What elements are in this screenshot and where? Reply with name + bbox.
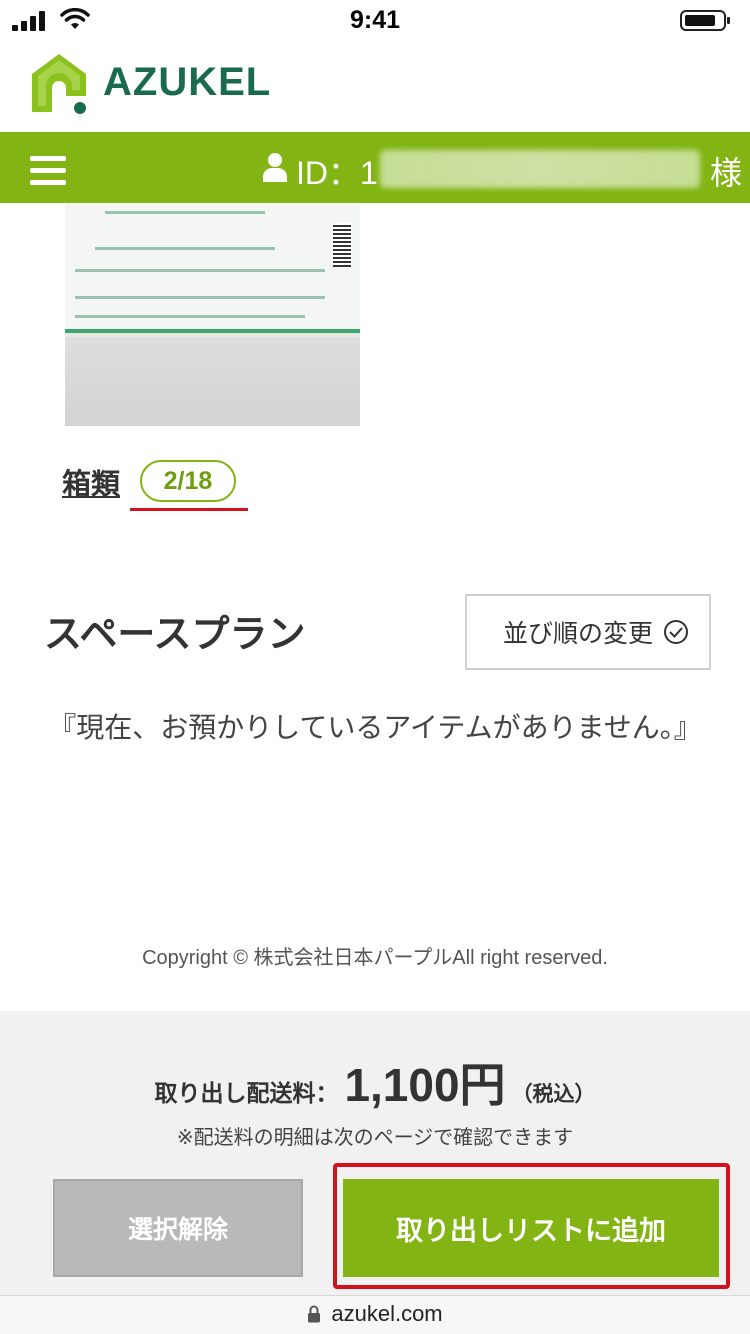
sort-order-button[interactable]: 並び順の変更	[465, 594, 711, 670]
fee-tax-note: （税込）	[511, 1082, 596, 1106]
copyright: Copyright © 株式会社日本パープルAll right reserved…	[142, 947, 608, 969]
user-icon	[263, 153, 287, 182]
user-id-blurred	[380, 150, 700, 188]
box-surface	[65, 337, 360, 426]
sort-order-label: 並び順の変更	[503, 619, 654, 648]
logo-text[interactable]: AZUKEL	[103, 60, 271, 105]
url-domain: azukel.com	[331, 1301, 443, 1326]
fee-label: 取り出し配送料：	[154, 1081, 339, 1107]
plan-title: スペースプラン	[44, 612, 306, 656]
box-label-sheet	[65, 203, 360, 333]
logo-bar: AZUKEL	[0, 40, 750, 132]
box-count-badge: 2/18	[140, 460, 236, 502]
highlight-underline	[130, 508, 248, 511]
empty-message: 『現在、お預かりしているアイテムがありません。』	[48, 711, 702, 744]
url-bar[interactable]: azukel.com	[0, 1295, 750, 1334]
clock-icon	[664, 620, 689, 644]
nav-bar: ID：1 様	[0, 132, 750, 203]
footer-panel: 取り出し配送料： 1,100円 （税込） ※配送料の明細は次のページで確認できます …	[0, 1011, 750, 1295]
deselect-button[interactable]: 選択解除	[53, 1179, 303, 1277]
honorific: 様	[710, 154, 743, 192]
status-time: 9:41	[349, 6, 401, 34]
barcode	[333, 223, 351, 267]
fee-detail-note: ※配送料の明細は次のページで確認できます	[176, 1125, 574, 1149]
menu-icon[interactable]	[30, 156, 66, 186]
box-category-link[interactable]: 箱類	[62, 461, 120, 503]
main-content: 箱類 2/18 スペースプラン 並び順の変更 『現在、お預かりしているアイテムが…	[0, 203, 750, 1011]
lock-icon	[308, 1305, 321, 1323]
battery-icon	[680, 10, 730, 31]
house-logo-icon[interactable]	[30, 52, 88, 114]
fee-row: 取り出し配送料： 1,100円 （税込）	[0, 1049, 750, 1115]
box-photo[interactable]	[65, 203, 360, 426]
add-to-list-button[interactable]: 取り出しリストに追加	[343, 1179, 719, 1277]
status-bar: 9:41	[0, 0, 750, 40]
fee-amount: 1,100円	[344, 1059, 506, 1111]
user-id: ID：1	[296, 155, 378, 191]
